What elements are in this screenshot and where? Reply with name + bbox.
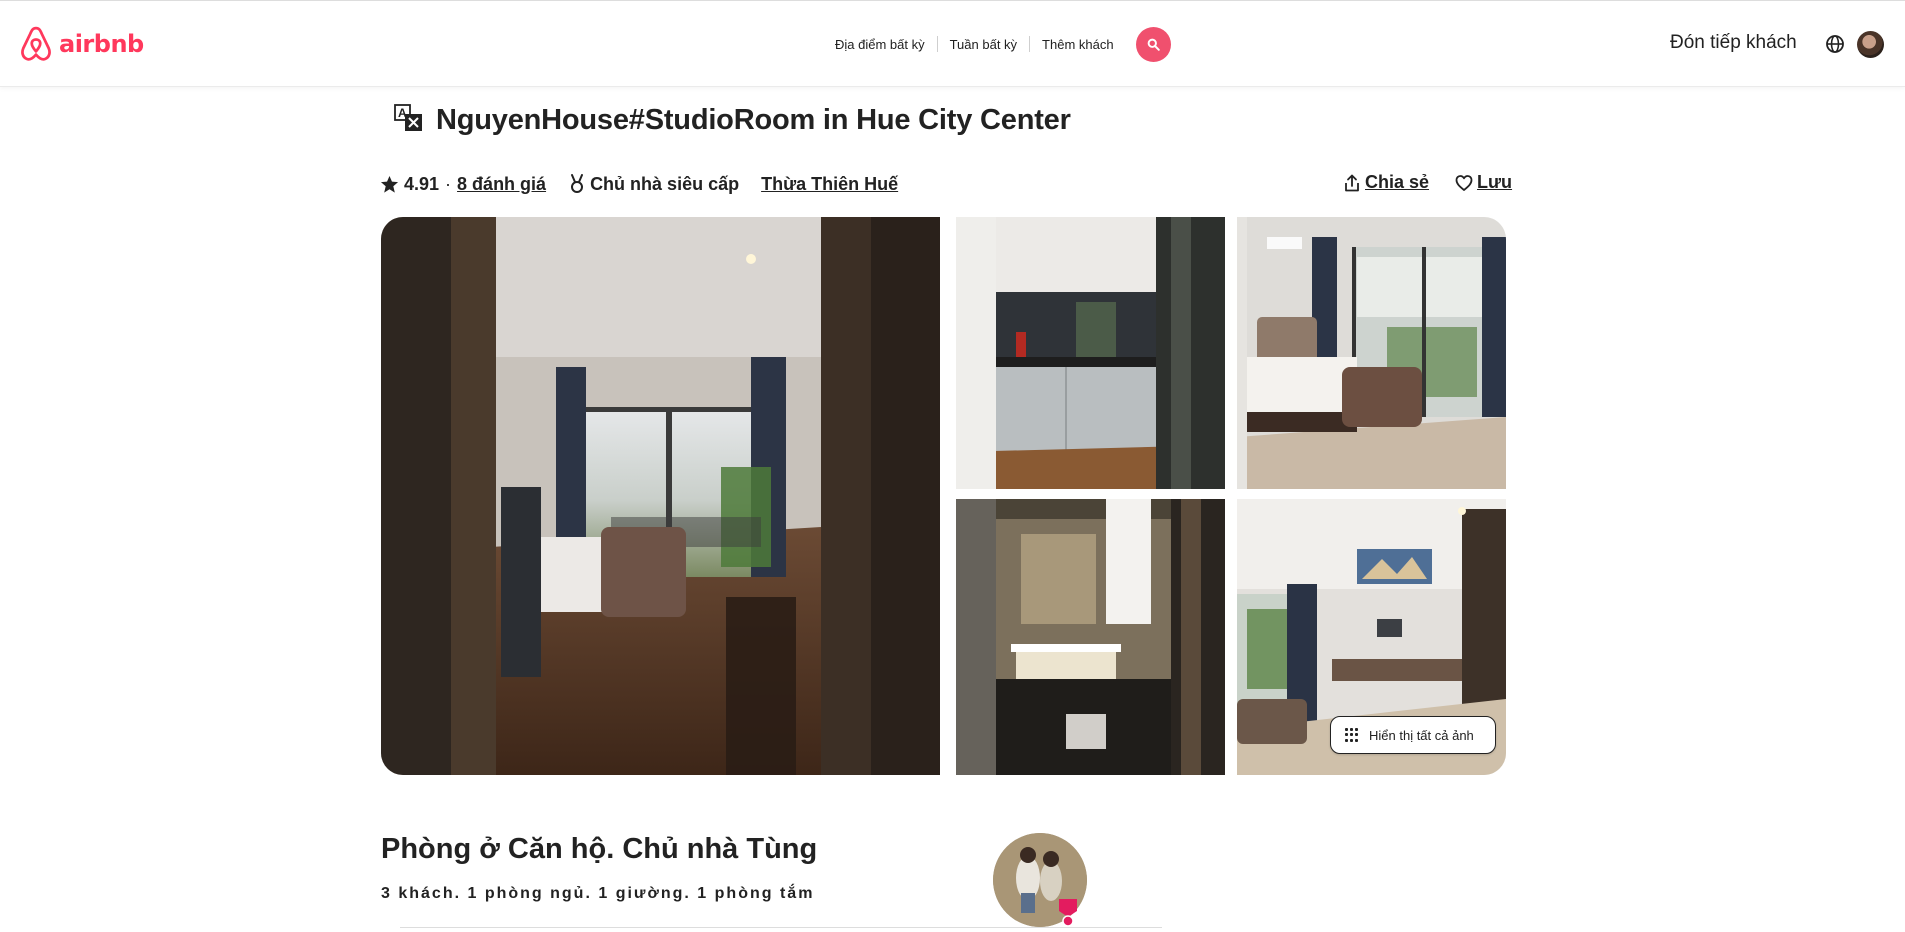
share-icon	[1345, 174, 1359, 191]
listing-capacity: 3 khách. 1 phòng ngủ. 1 giường. 1 phòng …	[381, 885, 815, 902]
share-label: Chia sẻ	[1365, 172, 1430, 192]
share-button[interactable]: Chia sẻ	[1343, 172, 1429, 193]
bedroom-photo[interactable]	[1237, 217, 1506, 489]
bathroom-photo[interactable]	[956, 499, 1225, 775]
superhost-badge-icon	[1059, 899, 1077, 927]
search-button[interactable]	[1136, 27, 1171, 62]
search-location[interactable]: Địa điểm bất kỳ	[823, 37, 937, 52]
listing-meta: 4.91 · 8 đánh giá Chủ nhà siêu cấp Thừa …	[380, 172, 898, 196]
listing-title: NguyenHouse#StudioRoom in Hue City Cente…	[436, 104, 1071, 136]
search-bar[interactable]: Địa điểm bất kỳ Tuần bất kỳ Thêm khách	[823, 26, 1171, 62]
search-icon	[1147, 38, 1160, 51]
show-all-label: Hiển thị tất cả ảnh	[1369, 727, 1474, 743]
star-icon	[380, 175, 399, 193]
section-divider	[400, 927, 1162, 928]
search-week[interactable]: Tuần bất kỳ	[938, 37, 1029, 52]
translate-icon[interactable]: A	[394, 104, 424, 132]
save-label: Lưu	[1477, 172, 1513, 192]
save-button[interactable]: Lưu	[1455, 172, 1512, 193]
superhost-medal-icon	[571, 174, 584, 193]
airbnb-logo[interactable]: airbnb	[19, 26, 144, 62]
rating-value: 4.91	[404, 173, 440, 194]
grid-icon	[1345, 728, 1359, 742]
search-guests[interactable]: Thêm khách	[1030, 37, 1126, 52]
heart-icon	[1455, 174, 1473, 191]
top-nav: airbnb Địa điểm bất kỳ Tuần bất kỳ Thêm …	[0, 0, 1905, 87]
meta-separator: ·	[445, 173, 452, 194]
reviews-link[interactable]: 8 đánh giá	[457, 174, 546, 195]
show-all-photos-button[interactable]: Hiển thị tất cả ảnh	[1330, 716, 1496, 754]
user-avatar[interactable]	[1857, 31, 1884, 58]
photo-gallery	[381, 217, 1506, 775]
kitchen-photo[interactable]	[956, 217, 1225, 489]
host-section-title: Phòng ở Căn hộ. Chủ nhà Tùng	[381, 833, 818, 865]
become-host-link[interactable]: Đón tiếp khách	[1670, 32, 1797, 54]
living-room-photo[interactable]	[381, 217, 940, 775]
globe-icon[interactable]	[1825, 34, 1845, 54]
airbnb-logo-icon	[21, 26, 51, 61]
location-link[interactable]: Thừa Thiên Huế	[761, 174, 898, 195]
superhost-label: Chủ nhà siêu cấp	[590, 173, 740, 194]
logo-text: airbnb	[59, 30, 144, 58]
listing-actions: Chia sẻ Lưu	[1343, 172, 1512, 193]
